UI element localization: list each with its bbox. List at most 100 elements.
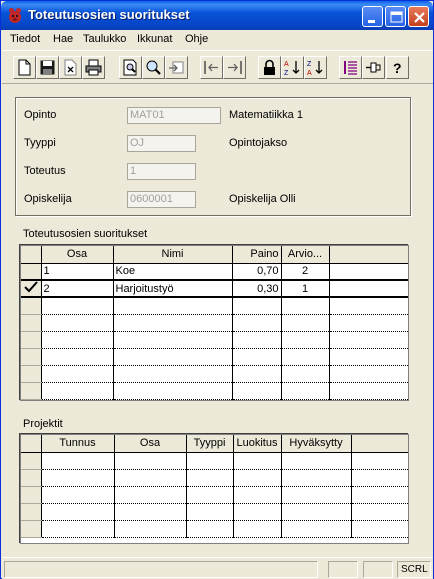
svg-text:Z: Z bbox=[284, 70, 289, 76]
column-header-luokitus[interactable]: Luokitus bbox=[233, 435, 282, 453]
row-indicator[interactable] bbox=[21, 486, 42, 504]
empty-row[interactable] bbox=[21, 452, 408, 470]
info-panel: Opinto MAT01 Matematiikka 1 Tyyppi OJ Op… bbox=[15, 97, 411, 216]
cell-arvio[interactable]: 1 bbox=[281, 279, 330, 298]
column-header-arvio[interactable]: Arvio... bbox=[281, 246, 330, 264]
toteutus-field[interactable]: 1 bbox=[127, 163, 196, 180]
empty-row[interactable] bbox=[21, 469, 408, 487]
menu-ohje[interactable]: Ohje bbox=[185, 33, 208, 45]
pin-icon bbox=[366, 62, 381, 73]
title-bar[interactable]: Toteutusosien suoritukset bbox=[1, 1, 433, 30]
svg-text:A: A bbox=[284, 61, 289, 68]
pin-button[interactable] bbox=[362, 56, 385, 79]
column-header-osa[interactable]: Osa bbox=[41, 246, 114, 264]
menu-taulukko[interactable]: Taulukko bbox=[83, 33, 126, 45]
cell-arvio[interactable]: 2 bbox=[281, 263, 330, 281]
menu-ikkunat[interactable]: Ikkunat bbox=[137, 33, 172, 45]
empty-row[interactable] bbox=[21, 503, 408, 521]
delete-button[interactable] bbox=[59, 56, 82, 79]
column-header-tunnus[interactable]: Tunnus bbox=[41, 435, 115, 453]
import-button[interactable] bbox=[200, 56, 223, 79]
row-indicator[interactable] bbox=[21, 382, 42, 400]
cell-osa[interactable]: 1 bbox=[41, 263, 114, 281]
maximize-button[interactable] bbox=[385, 6, 406, 27]
cell-empty[interactable] bbox=[329, 263, 408, 281]
print-preview-button[interactable] bbox=[119, 56, 142, 79]
save-button[interactable] bbox=[36, 56, 59, 79]
opinto-field[interactable]: MAT01 bbox=[127, 107, 221, 124]
menu-bar: Tiedot Hae Taulukko Ikkunat Ohje bbox=[2, 30, 433, 50]
cell-nimi[interactable]: Koe bbox=[113, 263, 233, 281]
close-icon bbox=[414, 12, 425, 23]
cell-empty[interactable] bbox=[329, 279, 408, 298]
row-indicator[interactable] bbox=[21, 520, 42, 538]
checkmark-icon bbox=[24, 282, 38, 293]
sort-descending-button[interactable]: ZA bbox=[304, 56, 327, 79]
empty-row[interactable] bbox=[21, 297, 408, 315]
row-indicator[interactable] bbox=[21, 297, 42, 315]
column-header-empty bbox=[329, 246, 408, 264]
lock-button[interactable] bbox=[258, 56, 281, 79]
projektit-label: Projektit bbox=[23, 418, 63, 430]
empty-row[interactable] bbox=[21, 331, 408, 349]
suoritukset-grid[interactable]: Osa Nimi Paino Arvio... 1 Koe 0,70 2 2 H… bbox=[20, 245, 409, 401]
sort-ascending-button[interactable]: AZ bbox=[281, 56, 304, 79]
empty-row[interactable] bbox=[21, 348, 408, 366]
column-header-tyyppi[interactable]: Tyyppi bbox=[186, 435, 234, 453]
column-header-empty bbox=[351, 435, 408, 453]
empty-row[interactable] bbox=[21, 382, 408, 400]
minimize-button[interactable] bbox=[362, 6, 383, 27]
status-pane-1 bbox=[328, 561, 358, 578]
table-row-current[interactable]: 2 Harjoitustyö 0,30 1 bbox=[21, 279, 408, 298]
row-indicator[interactable] bbox=[21, 452, 42, 470]
row-indicator[interactable] bbox=[21, 348, 42, 366]
zoom-button[interactable] bbox=[142, 56, 165, 79]
status-message-pane bbox=[4, 561, 318, 578]
cell-nimi[interactable]: Harjoitustyö bbox=[113, 279, 233, 298]
toteutus-label: Toteutus bbox=[24, 165, 66, 177]
cell-paino[interactable]: 0,70 bbox=[232, 263, 282, 281]
cell-osa[interactable]: 2 bbox=[41, 279, 114, 298]
empty-row[interactable] bbox=[21, 314, 408, 332]
row-indicator[interactable] bbox=[21, 469, 42, 487]
list-button[interactable] bbox=[339, 56, 362, 79]
column-header-nimi[interactable]: Nimi bbox=[113, 246, 233, 264]
empty-row[interactable] bbox=[21, 365, 408, 383]
app-icon bbox=[9, 8, 21, 23]
tyyppi-description: Opintojakso bbox=[229, 137, 288, 149]
opiskelija-field[interactable]: 0600001 bbox=[127, 191, 196, 208]
row-indicator[interactable] bbox=[21, 263, 42, 281]
row-indicator[interactable] bbox=[21, 314, 42, 332]
row-indicator[interactable] bbox=[21, 331, 42, 349]
window-title: Toteutusosien suoritukset bbox=[28, 7, 190, 22]
cell-paino[interactable]: 0,30 bbox=[232, 279, 282, 298]
column-header-osa[interactable]: Osa bbox=[114, 435, 187, 453]
row-indicator-header bbox=[21, 435, 42, 453]
close-button[interactable] bbox=[408, 6, 429, 27]
new-button[interactable] bbox=[13, 56, 36, 79]
opinto-description: Matematiikka 1 bbox=[229, 109, 303, 121]
help-button[interactable]: ? bbox=[386, 56, 409, 79]
column-header-paino[interactable]: Paino bbox=[232, 246, 282, 264]
print-button[interactable] bbox=[82, 56, 105, 79]
export-button[interactable] bbox=[223, 56, 246, 79]
row-indicator[interactable] bbox=[21, 365, 42, 383]
opiskelija-label: Opiskelija bbox=[24, 193, 72, 205]
menu-hae[interactable]: Hae bbox=[53, 33, 73, 45]
new-icon bbox=[18, 59, 31, 76]
suoritukset-label: Toteutusosien suoritukset bbox=[23, 228, 148, 240]
column-header-hyvaksytty[interactable]: Hyväksytty bbox=[281, 435, 352, 453]
scroll-lock-indicator: SCRL bbox=[397, 561, 431, 578]
row-indicator-current[interactable] bbox=[21, 279, 42, 298]
minimize-icon bbox=[368, 20, 375, 23]
empty-row[interactable] bbox=[21, 486, 408, 504]
row-indicator[interactable] bbox=[21, 503, 42, 521]
table-row[interactable]: 1 Koe 0,70 2 bbox=[21, 263, 408, 281]
lock-icon bbox=[264, 59, 275, 75]
menu-tiedot[interactable]: Tiedot bbox=[10, 33, 40, 45]
empty-row[interactable] bbox=[21, 520, 408, 538]
projektit-grid[interactable]: Tunnus Osa Tyyppi Luokitus Hyväksytty bbox=[20, 434, 409, 544]
zoom-icon bbox=[146, 60, 161, 75]
tyyppi-field[interactable]: OJ bbox=[127, 135, 196, 152]
go-button[interactable] bbox=[165, 56, 188, 79]
